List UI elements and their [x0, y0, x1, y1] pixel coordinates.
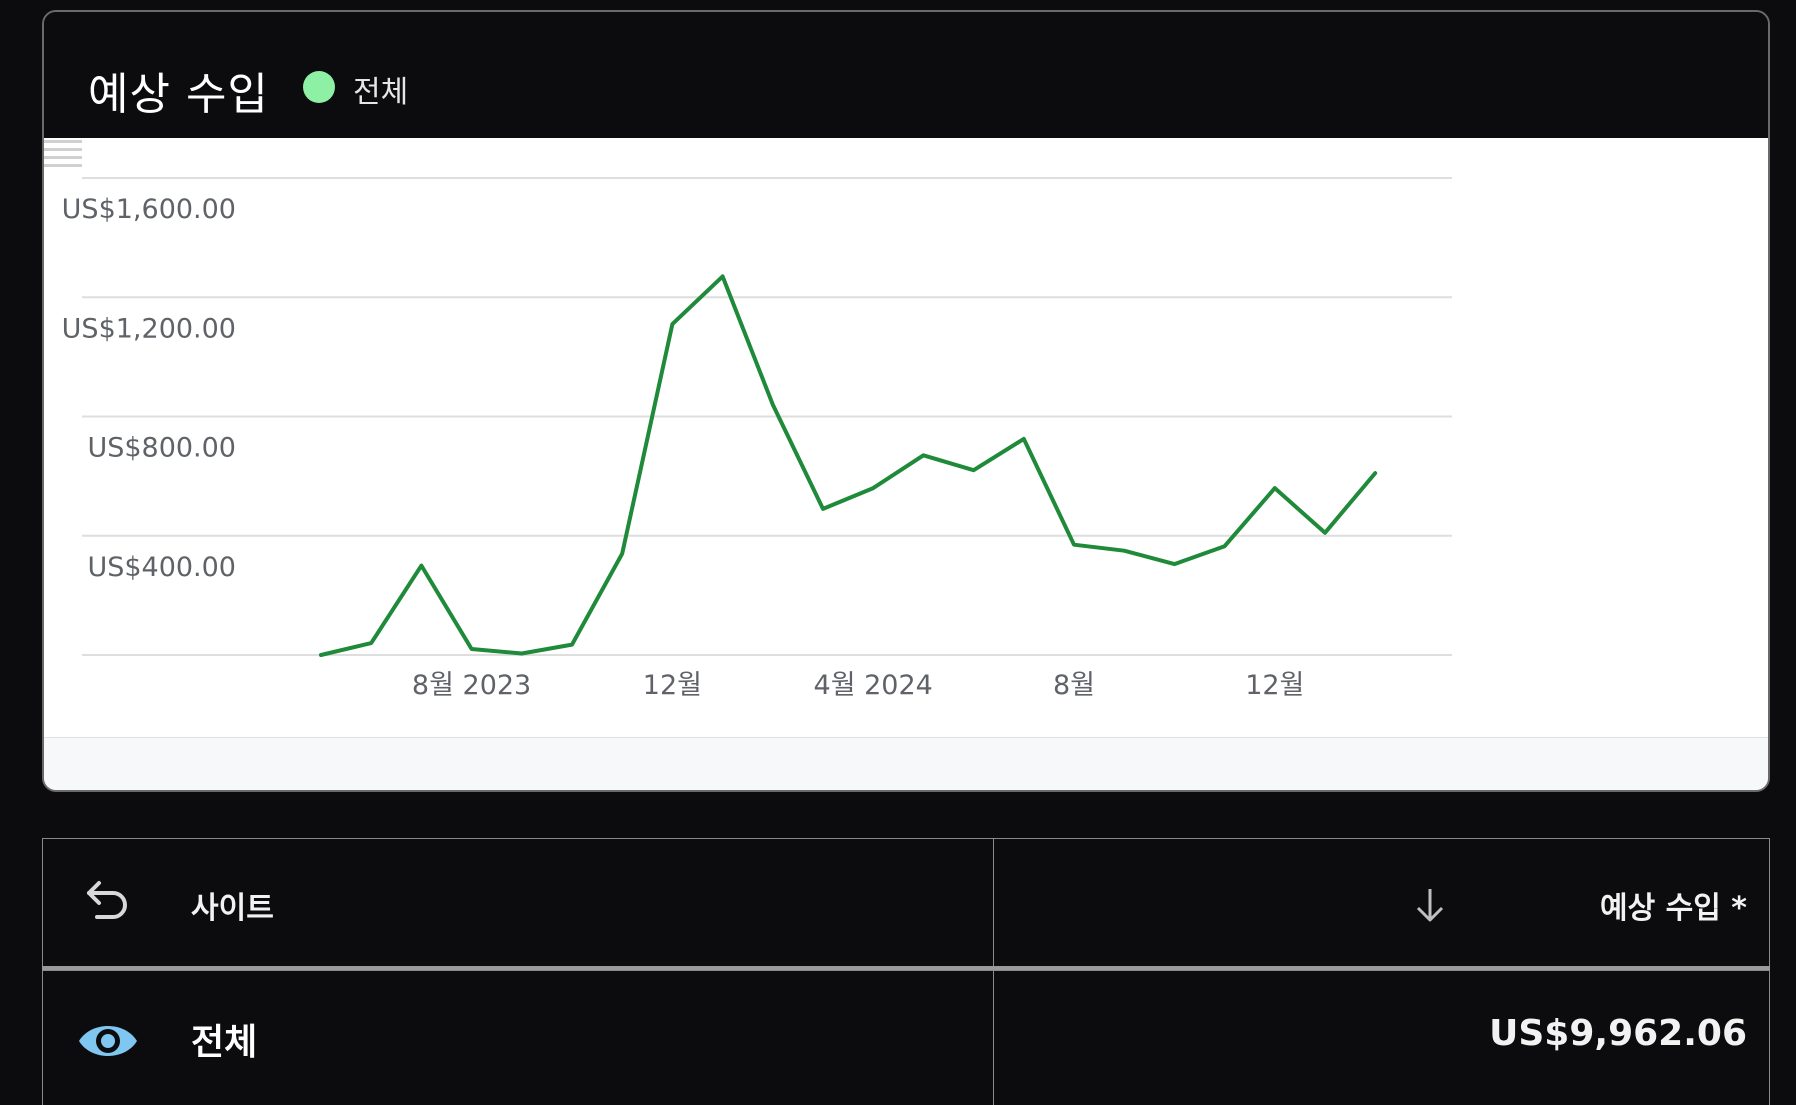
chart-area: US$400.00 US$800.00 US$1,200.00 US$1,600.00…	[44, 138, 1768, 790]
x-axis-labels: 8월 2023 12월 4월 2024 8월 12월	[412, 670, 1304, 701]
series-points	[320, 276, 1376, 656]
card-title: 예상 수입	[88, 69, 269, 120]
table-header-site: 사이트	[42, 838, 994, 967]
line-chart: US$400.00 US$800.00 US$1,200.00 US$1,600.00…	[62, 177, 1452, 701]
legend-label[interactable]: 전체	[353, 67, 408, 111]
y-axis-labels: US$400.00 US$800.00 US$1,200.00 US$1,600.00	[62, 194, 236, 583]
y-tick-label: US$800.00	[87, 433, 236, 464]
row-value: US$9,962.06	[1489, 1013, 1747, 1054]
column-header-earnings[interactable]: 예상 수입 *	[1600, 883, 1747, 927]
table-row[interactable]: 전체	[42, 970, 994, 1105]
series-line-total	[319, 274, 1378, 657]
sites-table: 사이트 예상 수입 * 전체 US$9,962.06	[42, 838, 1770, 1105]
y-tick-label: US$1,200.00	[62, 313, 236, 344]
y-tick-label: US$400.00	[87, 552, 236, 583]
x-tick-label: 12월	[1245, 670, 1304, 701]
gridlines	[82, 177, 1452, 656]
table-row-value-cell: US$9,962.06	[993, 970, 1770, 1105]
undo-arrow-icon[interactable]	[85, 877, 131, 923]
x-tick-label: 8월 2023	[412, 670, 531, 701]
legend-dot[interactable]	[303, 71, 335, 103]
y-tick-label: US$1,600.00	[62, 194, 236, 225]
earnings-card: 예상 수입 전체 US$400.00 US$800.00 US$1,200.00 US…	[42, 10, 1770, 792]
eye-icon[interactable]	[77, 1019, 139, 1063]
column-header-site[interactable]: 사이트	[191, 883, 274, 927]
x-tick-label: 8월	[1053, 670, 1095, 701]
table-header-earnings: 예상 수입 *	[993, 838, 1770, 967]
x-tick-label: 4월 2024	[814, 670, 933, 701]
arrow-down-icon[interactable]	[1413, 887, 1447, 923]
list-icon[interactable]	[44, 138, 82, 170]
x-tick-label: 12월	[643, 670, 702, 701]
card-header: 예상 수입 전체	[44, 12, 1768, 138]
row-label: 전체	[191, 1022, 258, 1063]
